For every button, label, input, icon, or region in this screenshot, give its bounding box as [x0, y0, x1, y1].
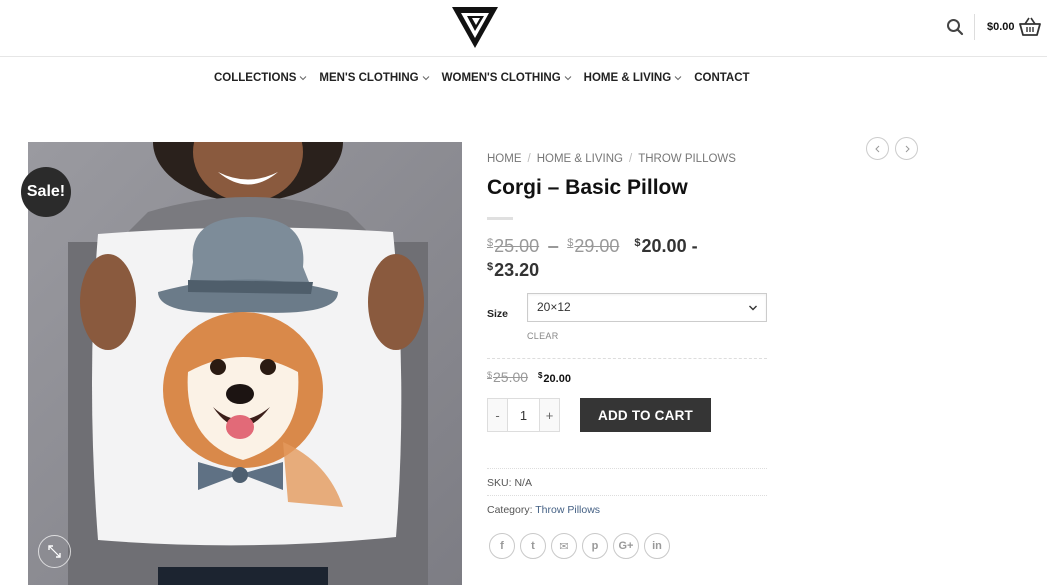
nav-item-label: MEN'S CLOTHING	[319, 72, 419, 84]
nav-item-contact[interactable]: CONTACT	[694, 72, 749, 84]
nav-item-label: HOME & LIVING	[583, 72, 672, 84]
quantity-decrease-button[interactable]: -	[488, 399, 507, 431]
share-buttons: f t ✉ p G+ in	[489, 533, 670, 559]
size-label: Size	[487, 308, 509, 320]
quantity-input[interactable]: 1	[507, 399, 540, 431]
price-range: $25.00 – $29.00 $20.00 - $23.20	[487, 233, 777, 281]
search-icon[interactable]	[945, 17, 965, 37]
title-divider	[487, 217, 513, 220]
product-image[interactable]	[28, 142, 462, 585]
previous-product-button[interactable]	[866, 137, 889, 160]
nav-item-mens-clothing[interactable]: MEN'S CLOTHING	[319, 72, 429, 84]
meta-divider	[487, 495, 767, 496]
sku-label: SKU:	[487, 477, 512, 489]
size-select[interactable]: 20×12	[527, 293, 767, 322]
nav-item-label: CONTACT	[694, 72, 750, 84]
email-icon[interactable]: ✉	[551, 533, 577, 559]
quantity-increase-button[interactable]: +	[540, 399, 559, 431]
cart-button[interactable]: $0.00	[987, 15, 1041, 39]
site-header: $0.00	[0, 0, 1047, 57]
new-price-min: $20.00	[634, 236, 687, 256]
linkedin-icon[interactable]: in	[644, 533, 670, 559]
basket-icon	[1018, 17, 1041, 36]
sale-badge: Sale!	[21, 167, 71, 217]
breadcrumb-separator: /	[628, 153, 633, 165]
facebook-icon[interactable]: f	[489, 533, 515, 559]
new-price-max: $23.20	[487, 260, 540, 280]
chevron-down-icon	[674, 76, 682, 81]
chevron-down-icon	[749, 305, 757, 311]
cart-total: $0.00	[987, 21, 1015, 33]
twitter-icon[interactable]: t	[520, 533, 546, 559]
pillow-photo	[28, 142, 462, 585]
chevron-down-icon	[422, 76, 429, 81]
sku-value: N/A	[514, 477, 532, 489]
main-nav: COLLECTIONS MEN'S CLOTHING WOMEN'S CLOTH…	[0, 72, 1047, 94]
header-divider	[974, 14, 975, 40]
category-link[interactable]: Throw Pillows	[535, 504, 600, 516]
nav-item-womens-clothing[interactable]: WOMEN'S CLOTHING	[442, 72, 572, 84]
breadcrumb-home-living[interactable]: HOME & LIVING	[537, 153, 623, 165]
size-select-value: 20×12	[537, 300, 571, 314]
variation-new-price: $20.00	[537, 371, 571, 385]
old-price-max: $29.00	[567, 236, 620, 256]
variation-price: $25.00 $20.00	[487, 366, 571, 388]
quantity-stepper: - 1 +	[487, 398, 560, 432]
nav-item-home-living[interactable]: HOME & LIVING	[584, 72, 683, 84]
add-to-cart-button[interactable]: ADD TO CART	[580, 398, 711, 432]
variation-old-price: $25.00	[487, 369, 529, 385]
chevron-left-icon	[874, 145, 879, 152]
chevron-down-icon	[564, 76, 572, 81]
variation-divider	[487, 358, 767, 359]
pinterest-icon[interactable]: p	[582, 533, 608, 559]
new-price-separator: -	[691, 236, 698, 256]
breadcrumb: HOME / HOME & LIVING / THROW PILLOWS	[487, 153, 736, 165]
product-title: Corgi – Basic Pillow	[487, 176, 688, 199]
breadcrumb-home[interactable]: HOME	[487, 153, 522, 165]
clear-selection-link[interactable]: CLEAR	[527, 331, 559, 341]
old-price-separator: –	[548, 236, 559, 256]
category-label: Category:	[487, 504, 533, 516]
nav-item-label: WOMEN'S CLOTHING	[441, 72, 561, 84]
old-price-min: $25.00	[487, 236, 540, 256]
category-line: Category: Throw Pillows	[487, 504, 600, 516]
next-product-button[interactable]	[895, 137, 918, 160]
chevron-down-icon	[300, 76, 307, 81]
expand-icon	[48, 545, 61, 558]
zoom-button[interactable]	[38, 535, 71, 568]
sku-line: SKU: N/A	[487, 477, 532, 489]
breadcrumb-separator: /	[527, 153, 531, 165]
google-plus-icon[interactable]: G+	[613, 533, 639, 559]
breadcrumb-throw-pillows[interactable]: THROW PILLOWS	[638, 153, 736, 165]
nav-item-label: COLLECTIONS	[214, 72, 297, 84]
brand-logo[interactable]	[450, 4, 500, 50]
meta-divider	[487, 468, 767, 469]
chevron-right-icon	[905, 145, 910, 152]
nav-item-collections[interactable]: COLLECTIONS	[214, 72, 307, 84]
